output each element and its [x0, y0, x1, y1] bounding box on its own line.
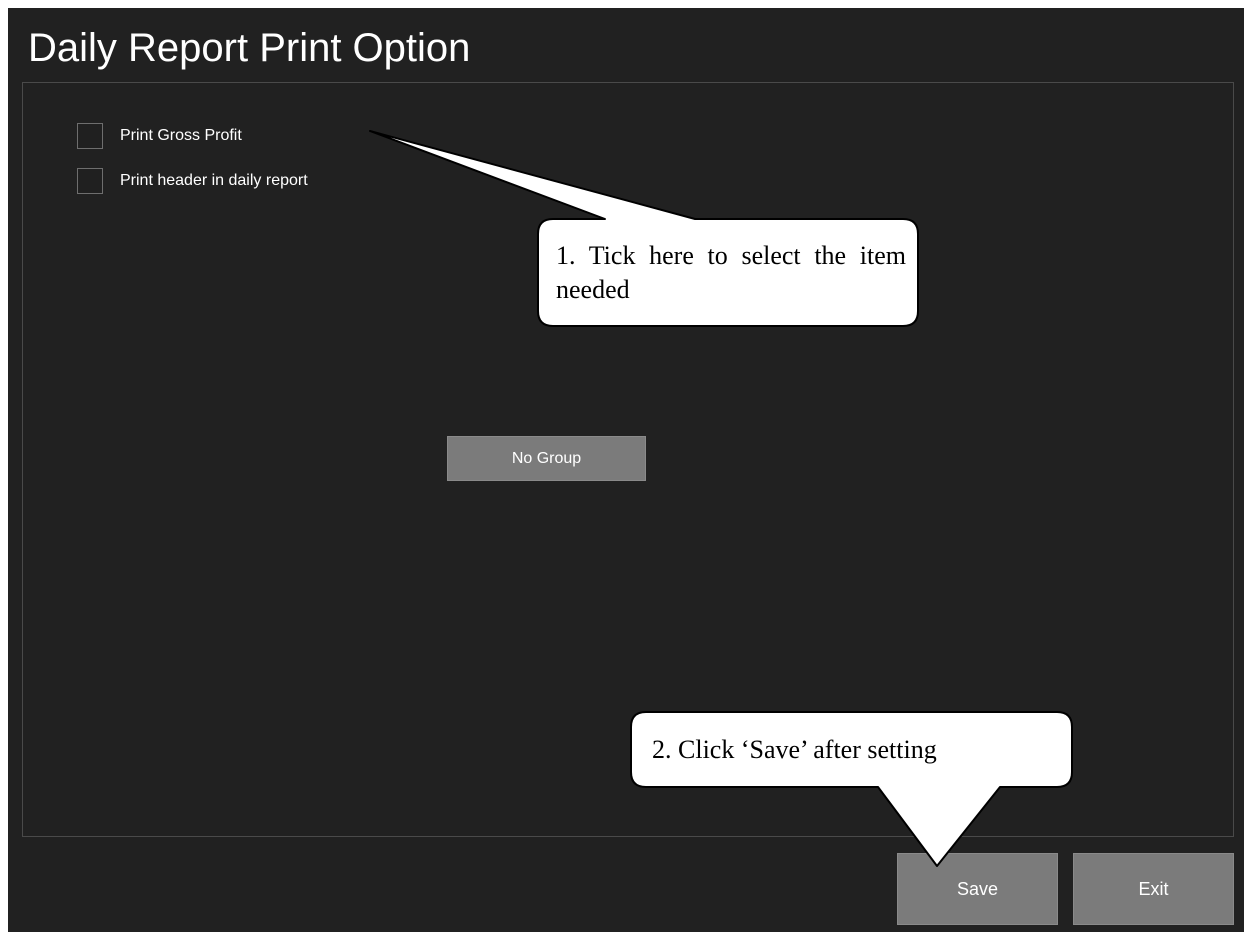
tick-hint-callout-text: 1. Tick here to select the item needed	[556, 241, 906, 304]
window-title: Daily Report Print Option	[28, 26, 471, 70]
exit-button[interactable]: Exit	[1073, 853, 1234, 925]
save-button[interactable]: Save	[897, 853, 1058, 925]
option-print-gross-profit[interactable]: Print Gross Profit	[77, 122, 242, 150]
print-header-checkbox[interactable]	[77, 168, 103, 194]
print-gross-profit-label: Print Gross Profit	[120, 127, 242, 144]
daily-report-print-option-window: Daily Report Print Option Print Gross Pr…	[8, 8, 1244, 932]
print-gross-profit-checkbox[interactable]	[77, 123, 103, 149]
no-group-button[interactable]: No Group	[447, 436, 646, 481]
option-print-header[interactable]: Print header in daily report	[77, 167, 308, 195]
options-panel: Print Gross Profit Print header in daily…	[22, 82, 1234, 837]
save-hint-callout-text: 2. Click ‘Save’ after setting	[652, 735, 937, 764]
print-header-label: Print header in daily report	[120, 172, 308, 189]
